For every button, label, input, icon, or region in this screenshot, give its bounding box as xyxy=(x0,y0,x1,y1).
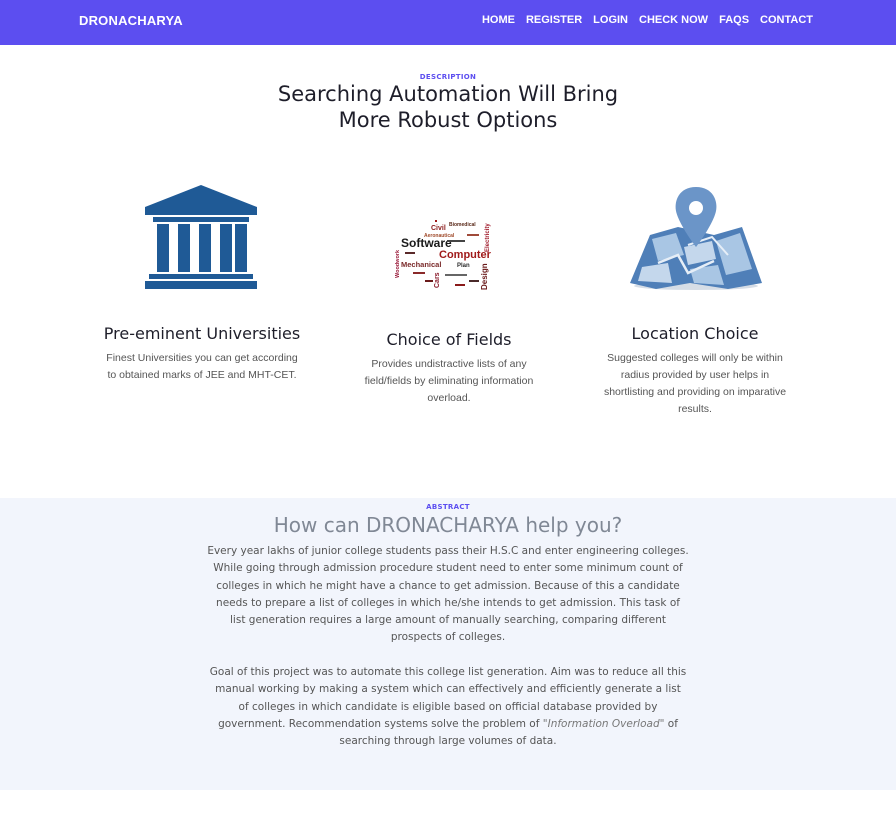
nav-contact[interactable]: CONTACT xyxy=(760,14,813,26)
feature-text-line: shortlisting and providing on imparative xyxy=(603,386,787,398)
abstract-line: list generation requires a large amount … xyxy=(230,614,666,627)
abstract-line: Every year lakhs of junior college stude… xyxy=(207,545,689,557)
abstract-line: Goal of this project was to automate thi… xyxy=(209,666,687,678)
cloud-word: Mechanical xyxy=(401,260,441,269)
nav-login[interactable]: LOGIN xyxy=(593,14,628,26)
abstract-line: While going through admission procedure … xyxy=(213,562,683,575)
nav-home[interactable]: HOME xyxy=(482,14,515,26)
nav-check-now[interactable]: CHECK NOW xyxy=(639,14,708,26)
nav-links: HOME REGISTER LOGIN CHECK NOW FAQS CONTA… xyxy=(482,14,813,26)
abstract-title: How can DRONACHARYA help you? xyxy=(273,513,623,537)
nav-register[interactable]: REGISTER xyxy=(526,14,582,26)
cloud-word: Biomedical xyxy=(449,222,476,228)
feature-text-line: Provides undistractive lists of any xyxy=(371,358,527,370)
abstract-line: searching through large volumes of data. xyxy=(339,735,557,748)
feature-text-line: overload. xyxy=(427,392,471,404)
university-icon xyxy=(145,185,257,289)
cloud-word: Computer xyxy=(439,249,492,261)
headline-line-1: Searching Automation Will Bring xyxy=(277,82,619,106)
abstract-line: prospects of colleges. xyxy=(390,631,506,644)
information-overload-emphasis: "Information Overload" xyxy=(542,717,665,730)
abstract-line: government. Recommendation systems solve… xyxy=(200,716,696,733)
cloud-word: Software xyxy=(401,236,452,250)
navbar: DRONACHARYA HOME REGISTER LOGIN CHECK NO… xyxy=(0,0,896,45)
headline-line-2: More Robust Options xyxy=(338,108,558,132)
feature-text-line: Finest Universities you can get accordin… xyxy=(106,352,298,364)
cloud-word: Electricity xyxy=(485,223,491,252)
abstract-eyebrow: ABSTRACT xyxy=(426,503,470,511)
cloud-word: Woodwork xyxy=(395,249,401,278)
feature-text-line: Suggested colleges will only be within xyxy=(607,352,783,364)
feature-text-line: to obtained marks of JEE and MHT-CET. xyxy=(107,369,297,381)
feature-text-line: radius provided by user helps in xyxy=(620,369,770,381)
abstract-paragraph-2: Goal of this project was to automate thi… xyxy=(200,664,696,750)
abstract-line: needs to prepare a list of colleges in w… xyxy=(216,596,680,609)
description-eyebrow: DESCRIPTION xyxy=(419,73,477,81)
feature-text-line: results. xyxy=(678,403,712,415)
cloud-word: Cars xyxy=(434,272,441,288)
feature-title-universities: Pre-eminent Universities xyxy=(103,324,301,343)
cloud-word: Civil xyxy=(431,225,446,232)
feature-title-fields: Choice of Fields xyxy=(386,330,512,349)
feature-text-universities: Finest Universities you can get accordin… xyxy=(92,350,312,384)
brand-logo[interactable]: DRONACHARYA xyxy=(79,13,183,28)
abstract-paragraph-1: Every year lakhs of junior college stude… xyxy=(200,543,696,647)
description-headline: Searching Automation Will Bring More Rob… xyxy=(0,81,896,133)
map-location-icon xyxy=(630,187,762,290)
cloud-word: Design xyxy=(480,263,489,290)
feature-text-fields: Provides undistractive lists of any fiel… xyxy=(339,356,559,407)
word-cloud-image: Civil Biomedical Aeronautical Software E… xyxy=(395,220,492,290)
feature-text-line: field/fields by eliminating information xyxy=(364,375,534,387)
abstract-line: manual working by making a system which … xyxy=(215,683,681,696)
abstract-line-text: of xyxy=(664,717,678,730)
abstract-line: of colleges in which candidate is eligib… xyxy=(238,700,658,713)
cloud-word: Plan xyxy=(457,263,470,269)
nav-faqs[interactable]: FAQS xyxy=(719,14,749,26)
feature-title-location: Location Choice xyxy=(631,324,759,343)
abstract-line: colleges in which he might have a chance… xyxy=(216,579,680,592)
abstract-line-text: government. Recommendation systems solve… xyxy=(218,717,543,730)
feature-text-location: Suggested colleges will only be within r… xyxy=(584,350,806,418)
